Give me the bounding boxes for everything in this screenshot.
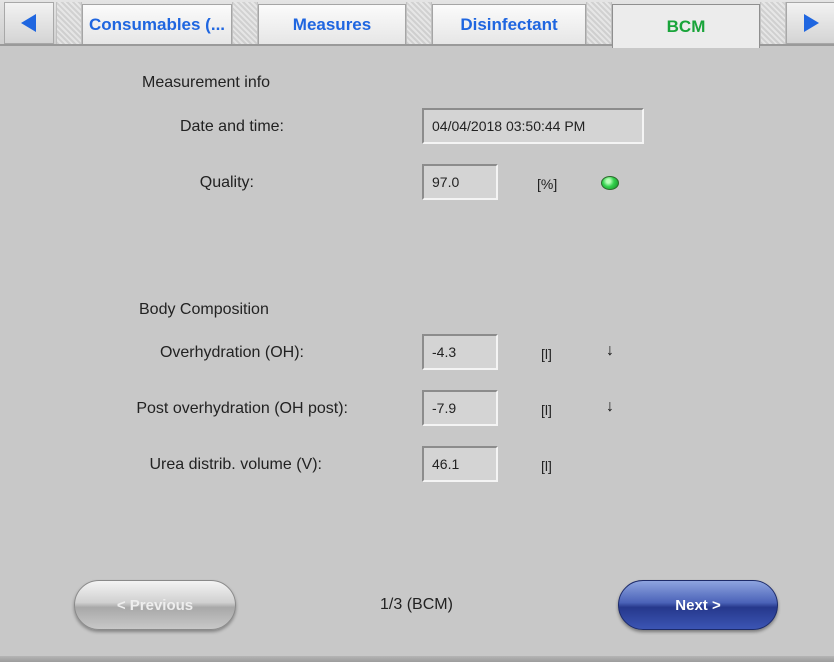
oh-post-unit: [l] (541, 402, 552, 418)
arrow-left-icon[interactable] (4, 2, 54, 44)
arrow-down-icon: ↓ (606, 398, 614, 415)
tab-separator (586, 2, 612, 44)
quality-unit: [%] (537, 176, 558, 192)
arrow-down-icon: ↓ (606, 342, 614, 359)
tab-measures[interactable]: Measures (258, 4, 406, 44)
tab-separator (56, 2, 82, 44)
tab-consumables[interactable]: Consumables (... (82, 4, 232, 44)
measurement-info-title: Measurement info (142, 74, 271, 91)
tab-separator (232, 2, 258, 44)
oh-unit: [l] (541, 346, 552, 362)
urea-volume-label: Urea distrib. volume (V): (149, 456, 323, 473)
urea-volume-unit: [l] (541, 458, 552, 474)
body-composition-title: Body Composition (139, 301, 269, 318)
previous-button: < Previous (74, 580, 236, 630)
tab-disinfectant[interactable]: Disinfectant (432, 4, 586, 44)
urea-volume-field: 46.1 (422, 446, 498, 482)
arrow-right-icon[interactable] (786, 2, 834, 44)
oh-label: Overhydration (OH): (159, 344, 304, 361)
quality-field: 97.0 (422, 164, 498, 200)
bottom-bar (0, 656, 834, 662)
bcm-panel: Measurement info Date and time: 04/04/20… (0, 48, 834, 662)
page-indicator: 1/3 (BCM) (380, 596, 453, 613)
oh-field: -4.3 (422, 334, 498, 370)
tab-bar: Consumables (... Measures Disinfectant B… (0, 0, 834, 48)
oh-post-label: Post overhydration (OH post): (136, 400, 348, 417)
status-led-icon (601, 176, 619, 190)
date-time-field: 04/04/2018 03:50:44 PM (422, 108, 644, 144)
tab-bcm[interactable]: BCM (612, 4, 760, 48)
quality-label: Quality: (199, 174, 254, 191)
tab-separator (406, 2, 432, 44)
oh-post-field: -7.9 (422, 390, 498, 426)
date-time-label: Date and time: (179, 118, 284, 135)
next-button[interactable]: Next > (618, 580, 778, 630)
tab-separator (760, 2, 786, 44)
